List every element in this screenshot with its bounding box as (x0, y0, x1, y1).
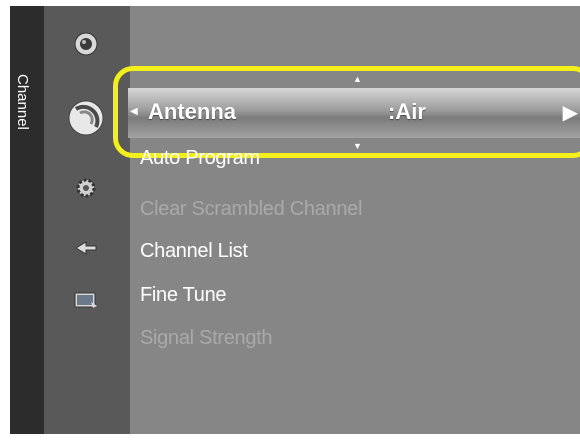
menu-item-signal-strength: Signal Strength (140, 327, 273, 349)
menu-item-channel-list[interactable]: Channel List (140, 240, 248, 263)
menu-icon-bar (44, 6, 130, 434)
chevron-down-icon[interactable]: ▼ (353, 141, 362, 151)
application-icon[interactable] (70, 284, 102, 316)
input-icon[interactable] (70, 232, 102, 264)
chevron-left-icon[interactable]: ◀ (130, 106, 138, 117)
menu-item-clear-scrambled-channel: Clear Scrambled Channel (140, 198, 363, 220)
menu-item-auto-program[interactable]: Auto Program (140, 150, 260, 172)
channel-icon[interactable] (66, 98, 106, 138)
antenna-label: Antenna (148, 99, 236, 124)
antenna-value: :Air (388, 99, 426, 124)
chevron-up-icon[interactable]: ▲ (353, 74, 362, 84)
gear-icon[interactable] (70, 172, 102, 204)
category-label: Channel (14, 74, 31, 130)
chevron-right-icon[interactable]: ▶ (563, 100, 578, 125)
picture-icon[interactable] (70, 28, 102, 60)
menu-item-antenna[interactable]: Antenna :Air ▶ (128, 88, 580, 138)
menu-item-fine-tune[interactable]: Fine Tune (140, 284, 227, 307)
category-tab: Channel (10, 6, 44, 434)
